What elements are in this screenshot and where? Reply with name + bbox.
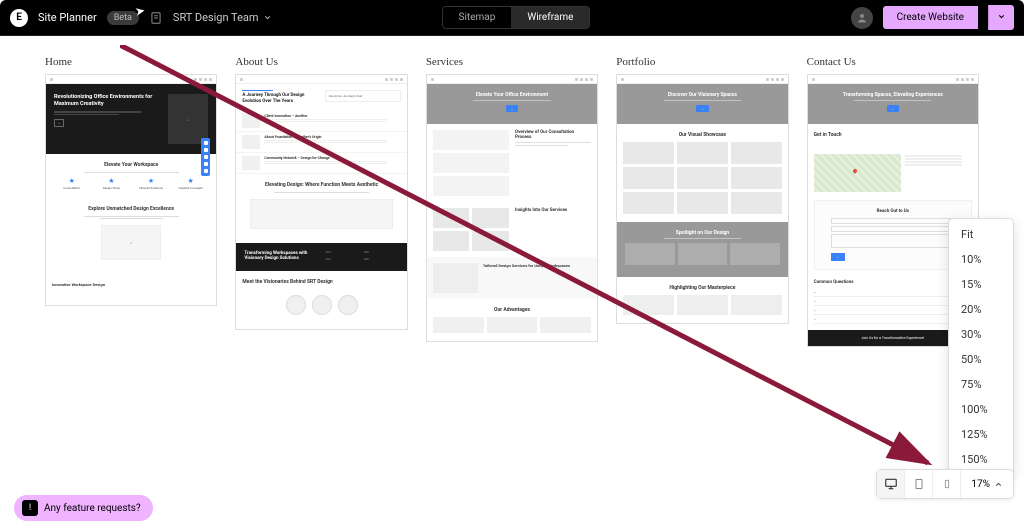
feedback-button[interactable]: ! Any feature requests? — [14, 495, 153, 521]
page-title: Home — [45, 56, 217, 68]
chevron-up-icon — [994, 480, 1003, 489]
wireframe-canvas[interactable]: Home Revolutionizing Office Environments… — [0, 36, 1024, 531]
image-placeholder-icon: ▲ — [168, 94, 208, 144]
list-item-title: Community Network – Design for Change — [264, 156, 400, 160]
column-services: Services Elevate Your Office Environment… — [426, 56, 598, 511]
desktop-icon — [884, 477, 898, 491]
page-title: Contact Us — [807, 56, 979, 68]
section-title: Highlighting Our Masterpiece — [623, 285, 781, 291]
device-desktop[interactable] — [877, 470, 905, 498]
zoom-option[interactable]: 100% — [949, 397, 1013, 422]
zoom-menu: Fit 10% 15% 20% 30% 50% 75% 100% 125% 15… — [948, 218, 1014, 476]
page-title: Portfolio — [616, 56, 788, 68]
feedback-label: Any feature requests? — [44, 503, 141, 514]
cta-text: Join Us for a Transformative Experience! — [861, 336, 924, 340]
wireframe-home[interactable]: Revolutionizing Office Environments for … — [45, 74, 217, 306]
tool-icon[interactable] — [204, 169, 208, 173]
list-item-title: Client Innovation – Another — [264, 114, 400, 118]
user-avatar[interactable] — [851, 7, 873, 29]
team-name: SRT Design Team — [173, 11, 259, 24]
zoom-option[interactable]: 125% — [949, 422, 1013, 447]
section-title: Reach Out to Us — [823, 209, 963, 214]
cursor-icon: ➤ — [134, 3, 146, 19]
document-icon[interactable] — [149, 11, 163, 25]
zoom-option[interactable]: 20% — [949, 297, 1013, 322]
mobile-icon — [942, 477, 952, 491]
section-title: Innovative Workspace Design — [52, 282, 210, 287]
zoom-value: 17% — [971, 479, 990, 490]
column-portfolio: Portfolio Discover Our Visionary Spaces—… — [616, 56, 788, 511]
section-title: Insights Into Our Services — [515, 208, 591, 213]
device-mobile[interactable] — [933, 470, 961, 498]
tab-wireframe[interactable]: Wireframe — [511, 7, 589, 28]
zoom-option[interactable]: 10% — [949, 247, 1013, 272]
section-title: Elevate Your Workspace — [52, 162, 210, 168]
zoom-option[interactable]: 30% — [949, 322, 1013, 347]
beta-badge: Beta — [107, 11, 139, 25]
section-title: Meet the Visionaries Behind SRT Design — [242, 279, 400, 285]
zoom-option[interactable]: 15% — [949, 272, 1013, 297]
hero-title: Discover Our Visionary Spaces — [625, 92, 779, 98]
section-title: Explore Unmatched Design Excellence — [52, 206, 210, 212]
viewport-controls: 17% — [876, 469, 1014, 499]
section-title: Spotlight on Our Design — [625, 230, 779, 236]
zoom-option[interactable]: 50% — [949, 347, 1013, 372]
create-website-button[interactable]: Create Website — [883, 6, 978, 29]
feature-label: Design Plans — [92, 186, 132, 190]
page-title: Services — [426, 56, 598, 68]
section-title: Tailored Design Services for Unique Work… — [483, 263, 591, 268]
app-logo[interactable]: E — [10, 9, 28, 27]
column-about: About Us A Journey Through Our Design Ev… — [235, 56, 407, 511]
page-title: About Us — [235, 56, 407, 68]
create-dropdown[interactable] — [988, 5, 1014, 30]
section-title: Transforming Workspaces with Visionary D… — [244, 251, 318, 261]
tablet-icon — [913, 477, 925, 491]
list-item-title: About Foundation – Another's Origin — [264, 135, 400, 139]
wireframe-about[interactable]: A Journey Through Our Design Evolution O… — [235, 74, 407, 330]
chevron-down-icon — [263, 13, 272, 22]
column-home: Home Revolutionizing Office Environments… — [45, 56, 217, 511]
tab-sitemap[interactable]: Sitemap — [443, 7, 512, 28]
tool-icon[interactable] — [204, 155, 208, 159]
hero-title: A Journey Through Our Design Evolution O… — [242, 93, 318, 105]
hero-title: Elevate Your Office Environment — [435, 92, 589, 98]
tool-icon[interactable] — [204, 148, 208, 152]
app-name: Site Planner — [38, 11, 97, 24]
zoom-option[interactable]: 75% — [949, 372, 1013, 397]
tool-icon[interactable] — [204, 141, 208, 145]
list-item: About Our Journey's Past — [325, 90, 401, 102]
wireframe-portfolio[interactable]: Discover Our Visionary Spaces— Our Visua… — [616, 74, 788, 324]
section-title: Get in Touch — [814, 132, 972, 138]
tool-icon[interactable] — [204, 162, 208, 166]
zoom-option-fit[interactable]: Fit — [949, 222, 1013, 247]
wireframe-services[interactable]: Elevate Your Office Environment— Overvie… — [426, 74, 598, 342]
section-title: Our Visual Showcase — [623, 132, 781, 138]
hero-title: Revolutionizing Office Environments for … — [54, 94, 162, 108]
chevron-down-icon — [997, 12, 1006, 21]
zoom-level[interactable]: 17% — [961, 479, 1013, 490]
floating-toolbar[interactable] — [201, 138, 210, 176]
feedback-icon: ! — [22, 500, 38, 516]
view-tabs: Sitemap Wireframe — [442, 6, 591, 29]
section-title: Elevating Design: Where Function Meets A… — [242, 182, 400, 188]
device-tablet[interactable] — [905, 470, 933, 498]
team-selector[interactable]: SRT Design Team — [173, 11, 272, 24]
feature-label: Consultation — [52, 186, 92, 190]
user-icon — [856, 12, 868, 24]
section-title: Overview of Our Consultation Process — [515, 130, 591, 140]
hero-title: Transforming Spaces, Elevating Experienc… — [816, 92, 970, 98]
top-bar: E Site Planner Beta SRT Design Team Site… — [0, 0, 1024, 36]
section-title: Our Advantages — [433, 307, 591, 313]
feature-label: Tailored Solutions — [131, 186, 171, 190]
feature-label: Creative Concepts — [171, 186, 211, 190]
